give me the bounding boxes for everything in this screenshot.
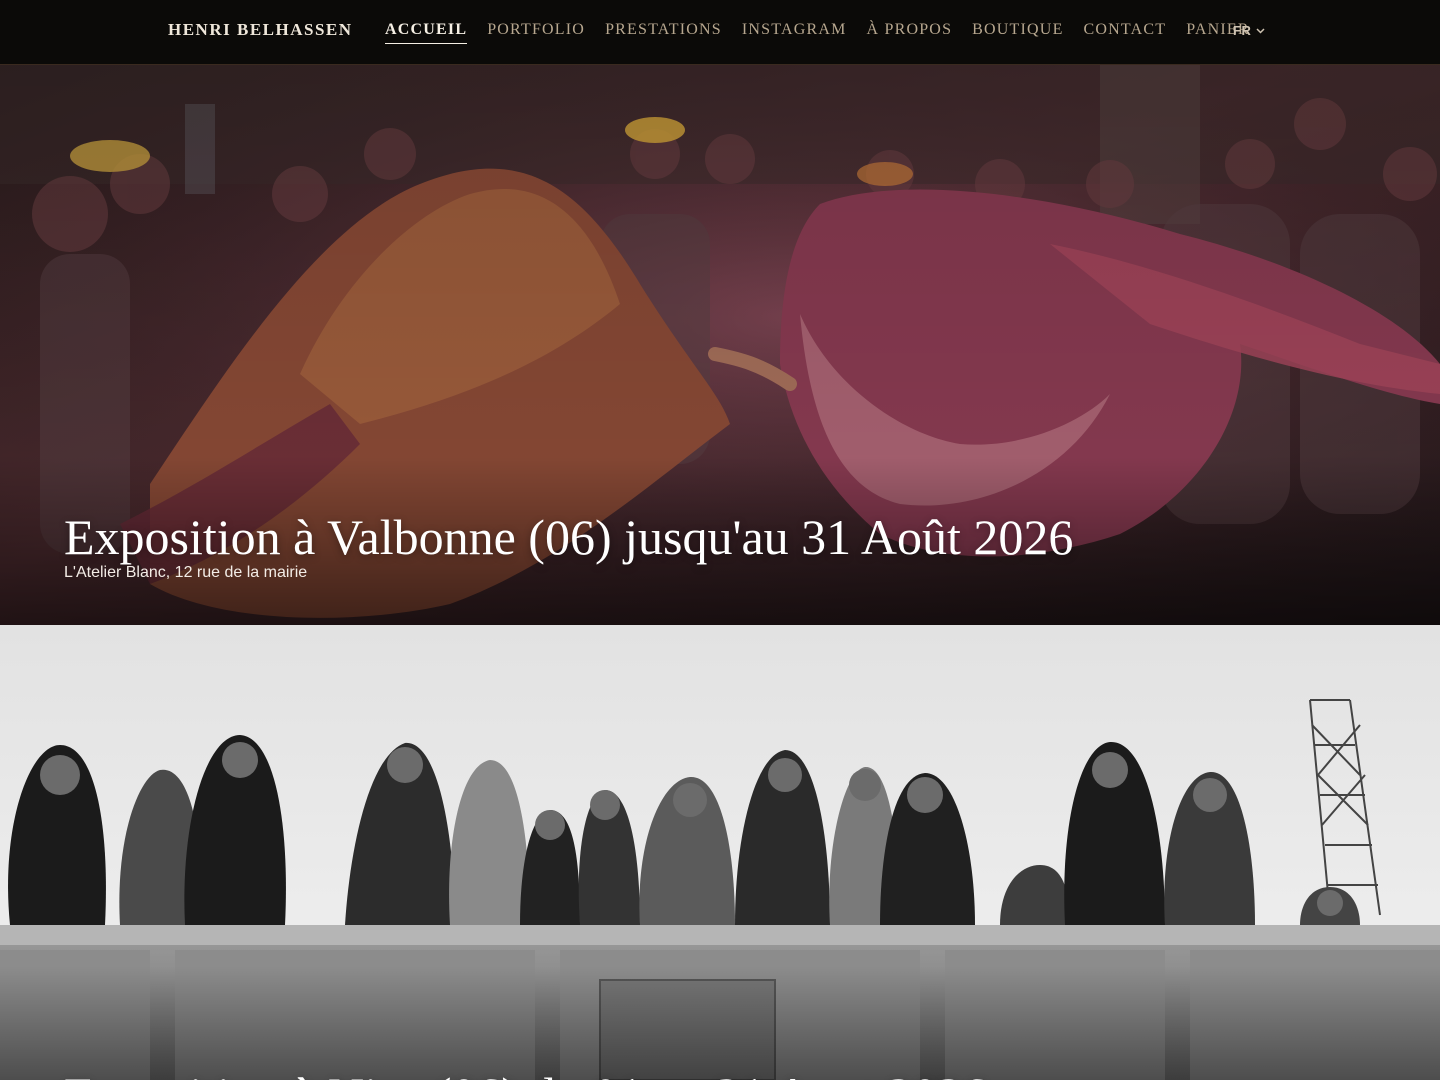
nav-accueil[interactable]: ACCUEIL	[385, 21, 468, 44]
hero-title-nice: Exposition à Nice (06) du 01 au 31 Aout …	[64, 1070, 988, 1080]
site-header: HENRI BELHASSEN ACCUEIL PORTFOLIO PRESTA…	[0, 0, 1440, 65]
hero-photo-women-on-wall	[0, 625, 1440, 1080]
nav-a-propos[interactable]: À PROPOS	[867, 21, 953, 44]
nav-contact[interactable]: CONTACT	[1084, 21, 1167, 44]
site-brand[interactable]: HENRI BELHASSEN	[168, 20, 353, 40]
nav-portfolio[interactable]: PORTFOLIO	[487, 21, 585, 44]
language-label: FR	[1233, 23, 1252, 38]
main-nav: ACCUEIL PORTFOLIO PRESTATIONS INSTAGRAM …	[385, 21, 1270, 44]
hero-title-valbonne: Exposition à Valbonne (06) jusqu'au 31 A…	[64, 509, 1074, 565]
hero-subtitle-valbonne: L'Atelier Blanc, 12 rue de la mairie	[64, 564, 308, 581]
nav-boutique[interactable]: BOUTIQUE	[972, 21, 1063, 44]
hero-slide-valbonne[interactable]: Exposition à Valbonne (06) jusqu'au 31 A…	[0, 64, 1440, 625]
nav-instagram[interactable]: INSTAGRAM	[742, 21, 847, 44]
chevron-down-icon	[1256, 27, 1265, 34]
hero-slide-nice[interactable]: Exposition à Nice (06) du 01 au 31 Aout …	[0, 625, 1440, 1080]
language-selector[interactable]: FR	[1233, 23, 1265, 38]
nav-prestations[interactable]: PRESTATIONS	[605, 21, 722, 44]
